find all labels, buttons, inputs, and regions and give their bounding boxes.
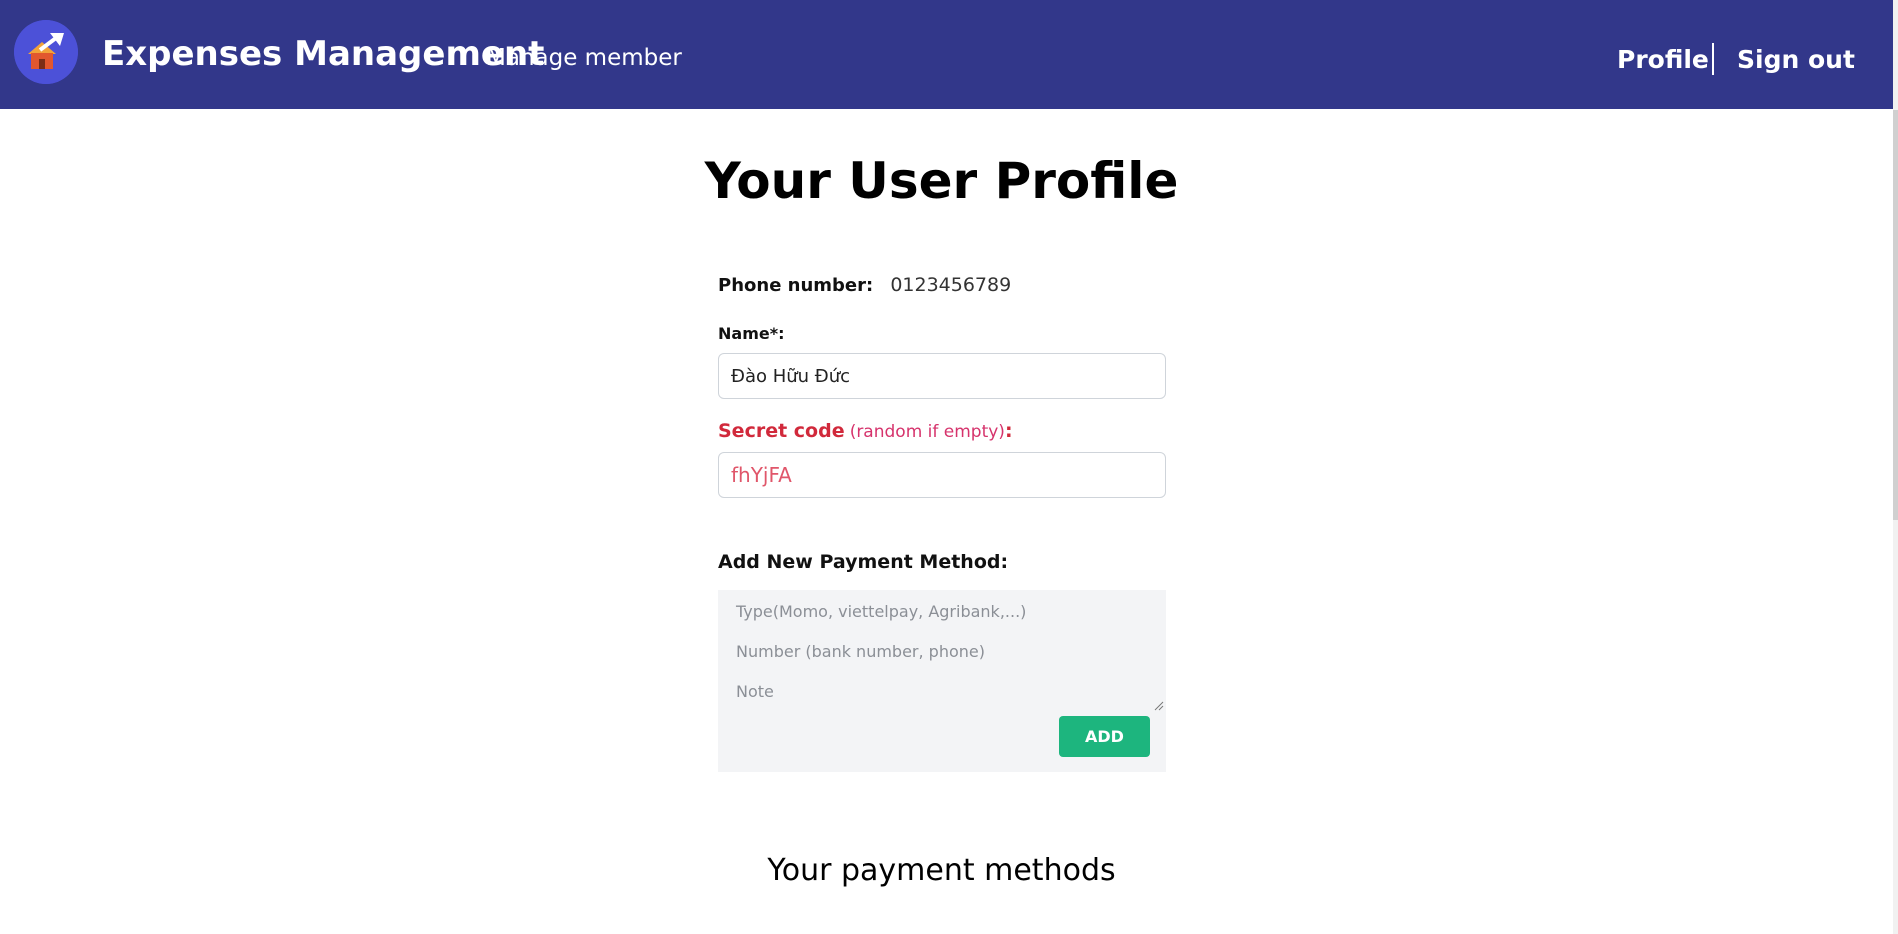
scrollbar-thumb[interactable] bbox=[1893, 110, 1898, 520]
secret-code-label: Secret code bbox=[718, 420, 845, 442]
secret-code-colon: : bbox=[1004, 420, 1013, 442]
add-payment-form: Type(Momo, viettelpay, Agribank,...) Num… bbox=[718, 590, 1166, 772]
add-payment-button[interactable]: ADD bbox=[1059, 716, 1150, 757]
nav-profile-link[interactable]: Profile bbox=[1617, 45, 1709, 74]
secret-code-hint: (random if empty) bbox=[849, 422, 1005, 442]
name-input[interactable]: Đào Hữu Đức bbox=[718, 353, 1166, 399]
payment-type-input[interactable]: Type(Momo, viettelpay, Agribank,...) bbox=[736, 602, 1026, 621]
secret-code-label-row: Secret code (random if empty): bbox=[718, 420, 1013, 442]
phone-label: Phone number: bbox=[718, 275, 874, 296]
app-logo-icon[interactable] bbox=[14, 20, 78, 84]
page-title: Your User Profile bbox=[704, 152, 1179, 210]
phone-value: 0123456789 bbox=[890, 274, 1012, 296]
nav-manage-member-link[interactable]: Manage member bbox=[486, 45, 682, 71]
brand-title[interactable]: Expenses Management bbox=[102, 34, 544, 74]
add-payment-heading: Add New Payment Method: bbox=[718, 551, 1009, 573]
top-navbar: Expenses Management Manage member Profil… bbox=[0, 0, 1893, 109]
payment-methods-title: Your payment methods bbox=[767, 853, 1116, 888]
name-label: Name*: bbox=[718, 324, 785, 343]
nav-divider bbox=[1712, 43, 1714, 75]
name-input-value: Đào Hữu Đức bbox=[731, 365, 851, 387]
phone-row: Phone number: 0123456789 bbox=[718, 274, 1011, 296]
secret-code-value: fhYjFA bbox=[731, 463, 792, 487]
secret-code-input[interactable]: fhYjFA bbox=[718, 452, 1166, 498]
page-scrollbar[interactable] bbox=[1893, 0, 1898, 934]
payment-note-textarea[interactable]: Note bbox=[736, 682, 774, 701]
nav-sign-out-link[interactable]: Sign out bbox=[1737, 45, 1855, 74]
textarea-resize-handle-icon[interactable] bbox=[1154, 696, 1164, 711]
payment-number-input[interactable]: Number (bank number, phone) bbox=[736, 642, 985, 661]
